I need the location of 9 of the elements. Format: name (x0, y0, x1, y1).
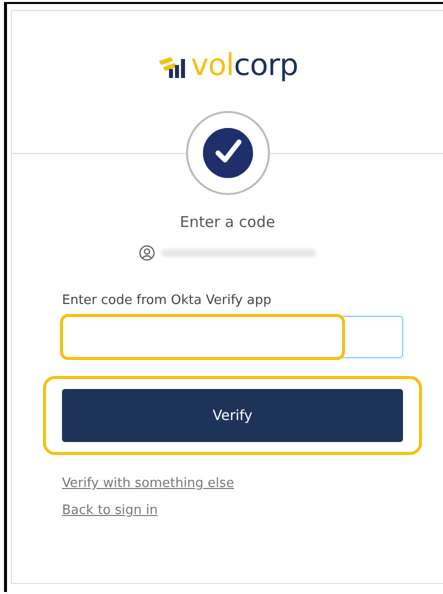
verify-button[interactable]: Verify (62, 389, 403, 442)
text-link[interactable]: Back to sign in (62, 503, 158, 518)
logo-text: volcorp (190, 51, 298, 81)
code-input-field[interactable] (62, 316, 403, 358)
page-title: Enter a code (180, 213, 276, 231)
user-icon (139, 245, 155, 261)
text-link[interactable]: Verify with something else (62, 476, 234, 491)
field-label: Enter code from Okta Verify app (62, 293, 272, 308)
check-icon (200, 126, 254, 180)
